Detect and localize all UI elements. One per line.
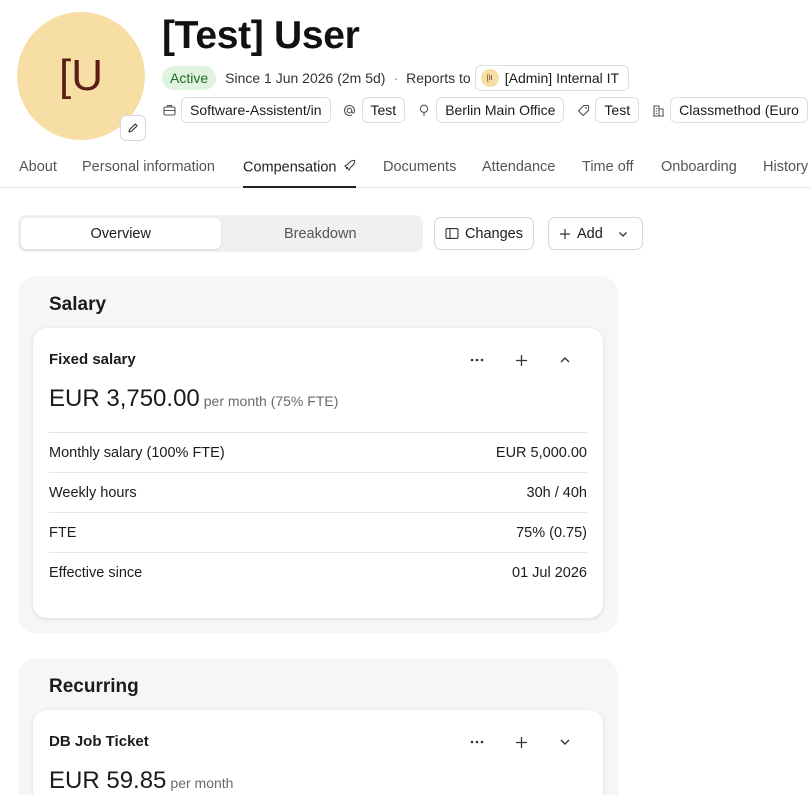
rocket-icon bbox=[343, 159, 356, 176]
office-tag[interactable]: Berlin Main Office bbox=[436, 97, 565, 123]
recurring-amount-suffix: per month bbox=[170, 775, 234, 791]
changes-button[interactable]: Changes bbox=[434, 217, 534, 250]
tab-documents[interactable]: Documents bbox=[383, 159, 456, 188]
manager-avatar: [II bbox=[480, 69, 499, 87]
salary-section: Salary Fixed salary EUR 3,750.00 per mont… bbox=[18, 276, 618, 633]
tags-row: Software-Assistent/in Test Berlin Main O… bbox=[162, 97, 811, 123]
tab-onboarding[interactable]: Onboarding bbox=[661, 159, 737, 188]
tab-personal-information[interactable]: Personal information bbox=[82, 159, 215, 188]
ellipsis-icon bbox=[470, 740, 484, 744]
chevron-down-icon bbox=[560, 739, 570, 745]
detail-row: Weekly hours 30h / 40h bbox=[49, 473, 587, 513]
plus-icon bbox=[515, 736, 527, 748]
tab-compensation[interactable]: Compensation bbox=[243, 159, 356, 188]
job-title-tag[interactable]: Software-Assistent/in bbox=[181, 97, 331, 123]
pencil-icon bbox=[128, 123, 138, 133]
plus-icon bbox=[515, 354, 527, 366]
chevron-down-icon bbox=[618, 231, 627, 237]
detail-row: FTE 75% (0.75) bbox=[49, 513, 587, 553]
detail-label: Weekly hours bbox=[49, 484, 137, 501]
tab-bar: About Personal information Compensation … bbox=[0, 149, 811, 188]
salary-amount: EUR 3,750.00 per month (75% FTE) bbox=[49, 385, 338, 413]
more-options-button[interactable] bbox=[455, 348, 499, 372]
manager-chip[interactable]: [II [Admin] Internal IT bbox=[474, 65, 630, 91]
recurring-section-title: Recurring bbox=[49, 676, 139, 697]
tab-compensation-label: Compensation bbox=[243, 159, 337, 176]
location-pin-icon bbox=[417, 103, 431, 117]
detail-value: 30h / 40h bbox=[526, 484, 587, 501]
briefcase-icon bbox=[162, 103, 176, 117]
detail-value: EUR 5,000.00 bbox=[495, 444, 587, 461]
building-icon bbox=[651, 103, 665, 117]
fixed-salary-title: Fixed salary bbox=[49, 351, 136, 368]
company-tag[interactable]: Classmethod (Euro bbox=[670, 97, 808, 123]
add-item-button[interactable] bbox=[499, 730, 543, 754]
add-item-button[interactable] bbox=[499, 348, 543, 372]
detail-value: 75% (0.75) bbox=[516, 524, 587, 541]
manager-name: [Admin] Internal IT bbox=[504, 70, 620, 86]
db-job-ticket-title: DB Job Ticket bbox=[49, 733, 149, 750]
fixed-salary-card: Fixed salary EUR 3,750.00 per month (75% … bbox=[33, 328, 603, 618]
avatar-initials: [U bbox=[59, 51, 103, 100]
at-sign-icon bbox=[343, 103, 357, 117]
tab-time-off[interactable]: Time off bbox=[582, 159, 634, 188]
detail-label: FTE bbox=[49, 524, 77, 541]
detail-value: 01 Jul 2026 bbox=[512, 565, 587, 581]
recurring-section: Recurring DB Job Ticket EUR 59.85 per mon… bbox=[18, 658, 618, 795]
card-actions bbox=[455, 348, 587, 372]
detail-label: Monthly salary (100% FTE) bbox=[49, 444, 225, 461]
edit-avatar-button[interactable] bbox=[120, 115, 146, 141]
team-tag[interactable]: Test bbox=[361, 97, 406, 123]
tab-about[interactable]: About bbox=[19, 159, 57, 188]
view-toggle: Overview Breakdown bbox=[18, 215, 423, 252]
tab-attendance[interactable]: Attendance bbox=[482, 159, 555, 188]
detail-row: Effective since 01 Jul 2026 bbox=[49, 553, 587, 593]
salary-details: Monthly salary (100% FTE) EUR 5,000.00 We… bbox=[49, 432, 587, 593]
expand-button[interactable] bbox=[543, 730, 587, 754]
db-job-ticket-card: DB Job Ticket EUR 59.85 per month bbox=[33, 710, 603, 795]
collapse-button[interactable] bbox=[543, 348, 587, 372]
detail-label: Effective since bbox=[49, 565, 143, 581]
add-label: Add bbox=[577, 225, 603, 242]
overview-toggle-button[interactable]: Overview bbox=[21, 218, 221, 249]
add-button[interactable]: Add bbox=[548, 217, 643, 250]
panel-icon bbox=[445, 227, 459, 240]
reports-to-label: Reports to bbox=[406, 70, 471, 86]
salary-amount-suffix: per month (75% FTE) bbox=[203, 393, 339, 409]
label-tag[interactable]: Test bbox=[595, 97, 640, 123]
tag-icon bbox=[576, 103, 590, 117]
recurring-amount: EUR 59.85 per month bbox=[49, 767, 233, 795]
status-row: Active Since 1 Jun 2026 (2m 5d) · Report… bbox=[162, 65, 630, 91]
salary-section-title: Salary bbox=[49, 294, 107, 315]
changes-label: Changes bbox=[464, 225, 523, 242]
more-options-button[interactable] bbox=[455, 730, 499, 754]
page-title: [Test] User bbox=[162, 14, 360, 57]
separator: · bbox=[393, 70, 399, 86]
status-badge: Active bbox=[162, 66, 217, 90]
plus-icon bbox=[560, 228, 570, 239]
since-text: Since 1 Jun 2026 (2m 5d) bbox=[225, 70, 386, 86]
breakdown-toggle-button[interactable]: Breakdown bbox=[221, 218, 421, 249]
chevron-up-icon bbox=[560, 357, 570, 363]
detail-row: Monthly salary (100% FTE) EUR 5,000.00 bbox=[49, 433, 587, 473]
salary-amount-value: EUR 3,750.00 bbox=[49, 385, 200, 412]
ellipsis-icon bbox=[470, 358, 484, 362]
recurring-amount-value: EUR 59.85 bbox=[49, 767, 167, 794]
tab-history[interactable]: History bbox=[763, 159, 808, 188]
card-actions bbox=[455, 730, 587, 754]
